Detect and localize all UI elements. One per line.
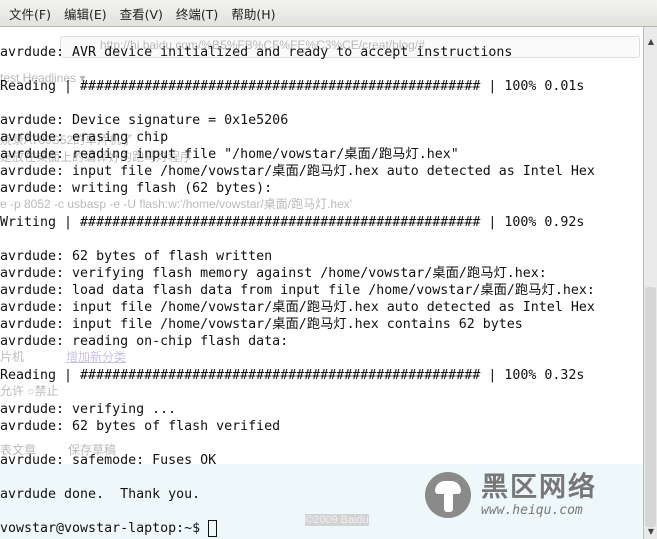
terminal-line: avrdude: Device signature = 0x1e5206	[0, 113, 289, 128]
scroll-down-arrow-icon[interactable]: ▼	[644, 525, 657, 539]
menu-file[interactable]: 文件(F)	[9, 4, 51, 23]
terminal-line: avrdude: input file /home/vowstar/桌面/跑马灯…	[0, 164, 595, 179]
terminal-line: Reading | ##############################…	[0, 79, 585, 94]
terminal-line: Writing | ##############################…	[0, 215, 585, 230]
terminal-line: Reading | ##############################…	[0, 368, 585, 383]
terminal-line: avrdude: input file /home/vowstar/桌面/跑马灯…	[0, 317, 523, 332]
watermark-logo: 黑区网络 www.heiqu.com	[425, 472, 597, 518]
terminal-line: avrdude: verifying ...	[0, 402, 177, 417]
menu-view[interactable]: 查看(V)	[120, 4, 163, 23]
terminal-line: avrdude: safemode: Fuses OK	[0, 453, 217, 468]
menu-help[interactable]: 帮助(H)	[231, 4, 275, 23]
terminal-line: avrdude: writing flash (62 bytes):	[0, 181, 273, 196]
watermark-name: 黑区网络	[481, 471, 597, 503]
terminal-output: avrdude: AVR device initialized and read…	[0, 44, 595, 537]
watermark-url: www.heiqu.com	[481, 502, 583, 518]
terminal-line: avrdude: load data flash data from input…	[0, 283, 595, 298]
menu-bar: 文件(F) 编辑(E) 查看(V) 终端(T) 帮助(H)	[0, 0, 657, 27]
terminal-line: avrdude: input file /home/vowstar/桌面/跑马灯…	[0, 300, 595, 315]
menu-terminal[interactable]: 终端(T)	[176, 4, 218, 23]
terminal-prompt-line[interactable]: vowstar@vowstar-laptop:~$	[0, 520, 595, 537]
shell-prompt: vowstar@vowstar-laptop:~$	[0, 521, 209, 536]
terminal-line: avrdude: erasing chip	[0, 130, 169, 145]
text-cursor	[208, 520, 218, 537]
terminal-scrollbar[interactable]: ▲ ▼	[643, 27, 657, 539]
scroll-up-arrow-icon[interactable]: ▲	[644, 35, 657, 49]
terminal-line: avrdude: 62 bytes of flash verified	[0, 419, 281, 434]
scrollbar-thumb[interactable]	[645, 287, 656, 527]
terminal-line: avrdude: reading on-chip flash data:	[0, 334, 289, 349]
terminal-line: avrdude: AVR device initialized and read…	[0, 45, 513, 60]
terminal-line: avrdude: reading input file "/home/vowst…	[0, 147, 459, 162]
mushroom-icon	[425, 472, 471, 518]
terminal-line: avrdude: 62 bytes of flash written	[0, 249, 273, 264]
terminal-line: avrdude: verifying flash memory against …	[0, 266, 547, 281]
menu-edit[interactable]: 编辑(E)	[64, 4, 107, 23]
